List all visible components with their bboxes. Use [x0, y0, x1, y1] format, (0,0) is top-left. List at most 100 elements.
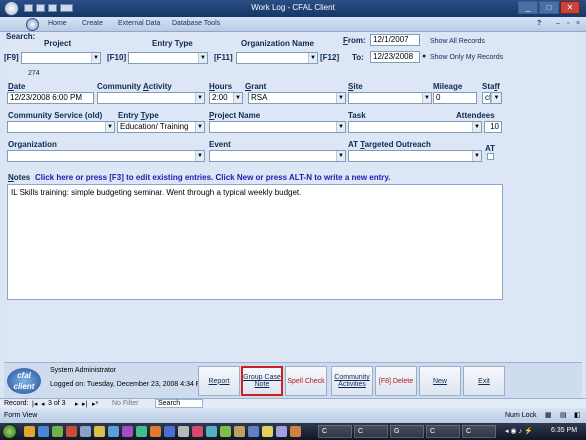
quicklaunch-icon[interactable] [178, 426, 189, 437]
at-targeted-select[interactable]: ▼ [348, 150, 482, 162]
from-date-field[interactable]: 12/1/2007 [370, 34, 420, 46]
community-activities-button[interactable]: Community Activities [331, 366, 373, 396]
view-mode-icon[interactable]: ▦ [545, 411, 552, 419]
notes-textarea[interactable]: IL Skills training: simple budgeting sem… [7, 184, 503, 300]
chevron-down-icon[interactable]: ▼ [198, 53, 207, 63]
no-filter-indicator[interactable]: No Filter [112, 400, 138, 407]
ribbon-restore-icon[interactable]: ▫ [567, 20, 569, 27]
hours-select[interactable]: 2:00 ▼ [209, 92, 243, 104]
site-select[interactable]: ▼ [348, 92, 432, 104]
close-button[interactable]: ✕ [560, 1, 580, 14]
show-mine-option[interactable]: Show Only My Records [430, 54, 503, 61]
design-view-icon[interactable]: ▤ [560, 411, 567, 419]
group-case-note-button[interactable]: Group Case Note [241, 366, 283, 396]
quicklaunch-icon[interactable] [122, 426, 133, 437]
grant-select[interactable]: RSA ▼ [248, 92, 346, 104]
project-name-select[interactable]: ▼ [209, 121, 346, 133]
maximize-button[interactable]: □ [539, 1, 559, 14]
quicklaunch-icon[interactable] [192, 426, 203, 437]
chevron-down-icon[interactable]: ▼ [91, 53, 100, 63]
next-record-icon[interactable]: ▸ [75, 400, 79, 408]
task-select[interactable]: ▼ [348, 121, 482, 133]
taskbar-task[interactable]: C [354, 425, 388, 438]
chevron-down-icon[interactable]: ▼ [422, 93, 431, 103]
quicklaunch-icon[interactable] [38, 426, 49, 437]
chevron-down-icon[interactable]: ▼ [195, 151, 204, 161]
quicklaunch-icon[interactable] [80, 426, 91, 437]
quicklaunch-icon[interactable] [52, 426, 63, 437]
start-button-icon[interactable] [2, 424, 17, 439]
taskbar-task[interactable]: C [462, 425, 496, 438]
layout-view-icon[interactable]: ◧ [574, 411, 581, 419]
staff-dropdown[interactable]: ▼ [490, 92, 502, 104]
quicklaunch-icon[interactable] [136, 426, 147, 437]
delete-button[interactable]: [F8] Delete [375, 366, 417, 396]
quicklaunch-icon[interactable] [164, 426, 175, 437]
mileage-field[interactable]: 0 [433, 92, 477, 104]
record-position[interactable]: 3 of 3 [48, 400, 66, 407]
record-search-input[interactable]: Search [155, 399, 203, 408]
event-select[interactable]: ▼ [209, 150, 346, 162]
quicklaunch-icon[interactable] [206, 426, 217, 437]
entry-type-select[interactable]: Education/ Training ▼ [117, 121, 205, 133]
tab-create[interactable]: Create [82, 20, 103, 27]
chevron-down-icon[interactable]: ▼ [472, 122, 481, 132]
new-record-icon[interactable]: ▸* [92, 400, 98, 408]
radio-selected-icon[interactable]: ● [422, 53, 426, 60]
chevron-down-icon[interactable]: ▼ [491, 93, 501, 103]
quicklaunch-icon[interactable] [220, 426, 231, 437]
form-view-status: Form View [4, 412, 38, 419]
quicklaunch-icon[interactable] [66, 426, 77, 437]
taskbar-task[interactable]: G [390, 425, 424, 438]
prev-record-icon[interactable]: ◂ [41, 400, 45, 408]
office-button-icon[interactable] [26, 18, 39, 31]
report-button[interactable]: Report [198, 366, 240, 396]
tray-icons[interactable]: ◂ ◉ ♪ ⚡ [505, 427, 533, 435]
show-all-option[interactable]: Show All Records [430, 38, 485, 45]
chevron-down-icon[interactable]: ▼ [233, 93, 242, 103]
ribbon-min-icon[interactable]: – [556, 20, 560, 27]
spell-check-button[interactable]: Spell Check [285, 366, 327, 396]
search-project-select[interactable]: ▼ [21, 52, 101, 64]
chevron-down-icon[interactable]: ▼ [105, 122, 114, 132]
ribbon-close-icon[interactable]: × [576, 20, 580, 27]
minimize-button[interactable]: _ [518, 1, 538, 14]
chevron-down-icon[interactable]: ▼ [336, 93, 345, 103]
new-button[interactable]: New [419, 366, 461, 396]
notes-text: IL Skills training: simple budgeting sem… [11, 188, 302, 197]
last-record-icon[interactable]: ▸| [82, 400, 87, 408]
tab-home[interactable]: Home [48, 20, 67, 27]
chevron-down-icon[interactable]: ▼ [308, 53, 317, 63]
chevron-down-icon[interactable]: ▼ [195, 122, 204, 132]
attendees-field[interactable]: 10 [484, 121, 502, 133]
quicklaunch-icon[interactable] [262, 426, 273, 437]
date-field[interactable]: 12/23/2008 6:00 PM [7, 92, 94, 104]
quicklaunch-icon[interactable] [248, 426, 259, 437]
organization-select[interactable]: ▼ [7, 150, 205, 162]
help-icon[interactable]: ? [537, 20, 541, 27]
at-checkbox[interactable] [487, 153, 494, 160]
chevron-down-icon[interactable]: ▼ [195, 93, 204, 103]
chevron-down-icon[interactable]: ▼ [472, 151, 481, 161]
community-activity-select[interactable]: ▼ [97, 92, 205, 104]
tab-database-tools[interactable]: Database Tools [172, 20, 220, 27]
first-record-icon[interactable]: |◂ [32, 400, 37, 408]
search-entry-type-select[interactable]: ▼ [128, 52, 208, 64]
taskbar-task[interactable]: C [426, 425, 460, 438]
quicklaunch-icon[interactable] [234, 426, 245, 437]
quicklaunch-icon[interactable] [276, 426, 287, 437]
to-date-field[interactable]: 12/23/2008 [370, 51, 420, 63]
quicklaunch-icon[interactable] [94, 426, 105, 437]
tab-external-data[interactable]: External Data [118, 20, 160, 27]
chevron-down-icon[interactable]: ▼ [336, 151, 345, 161]
quicklaunch-icon[interactable] [290, 426, 301, 437]
search-org-select[interactable]: ▼ [236, 52, 318, 64]
quicklaunch-icon[interactable] [150, 426, 161, 437]
chevron-down-icon[interactable]: ▼ [336, 122, 345, 132]
community-service-select[interactable]: ▼ [7, 121, 115, 133]
window-title: Work Log - CFAL Client [251, 3, 335, 12]
quicklaunch-icon[interactable] [24, 426, 35, 437]
exit-button[interactable]: Exit [463, 366, 505, 396]
quicklaunch-icon[interactable] [108, 426, 119, 437]
taskbar-task[interactable]: C [318, 425, 352, 438]
